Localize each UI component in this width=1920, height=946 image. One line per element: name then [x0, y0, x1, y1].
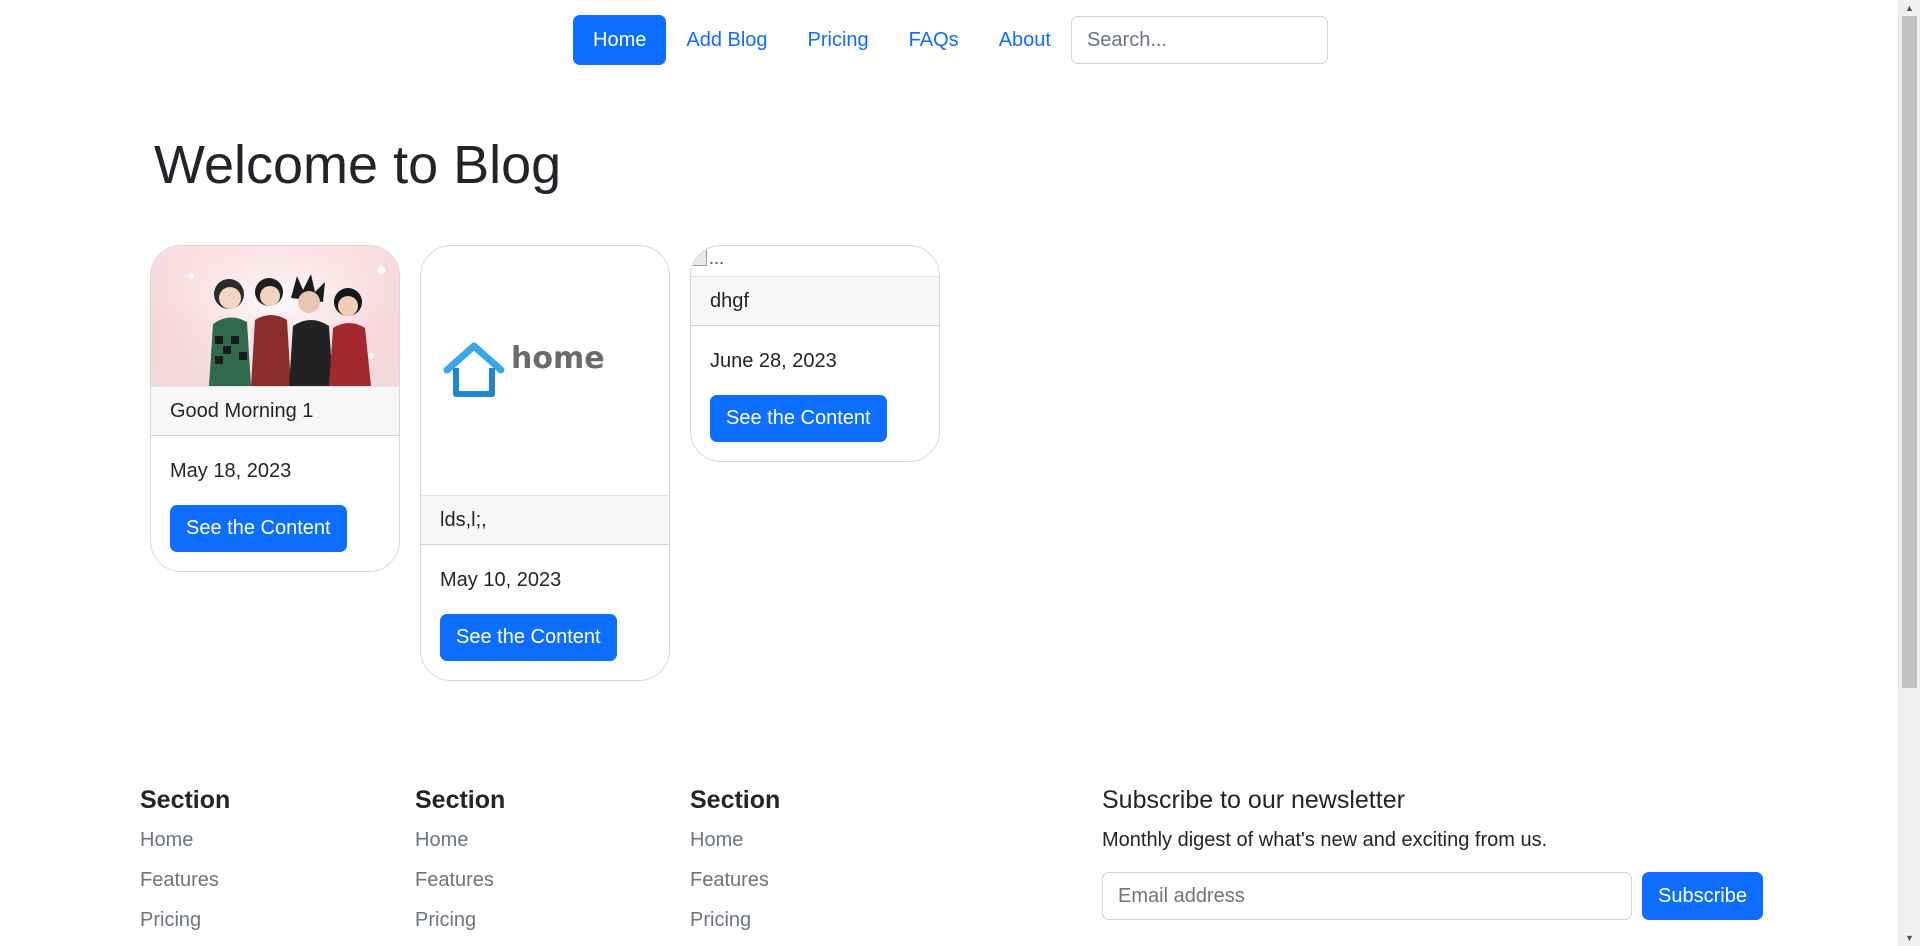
- subscribe-button[interactable]: Subscribe: [1642, 872, 1763, 920]
- see-content-button[interactable]: See the Content: [440, 614, 617, 661]
- anime-group-illustration-icon: [151, 246, 399, 386]
- browser-viewport: Home Add Blog Pricing FAQs About Welcome…: [0, 0, 1920, 946]
- scrollbar-thumb[interactable]: [1902, 16, 1917, 688]
- card-date: May 10, 2023: [440, 569, 562, 591]
- card-image: home: [421, 246, 669, 495]
- vertical-scrollbar[interactable]: ▲ ▼: [1898, 0, 1920, 946]
- scroll-down-icon[interactable]: ▼: [1899, 930, 1920, 946]
- footer-link-features[interactable]: Features: [140, 860, 230, 900]
- email-input[interactable]: [1102, 872, 1632, 920]
- footer-heading: Section: [415, 786, 506, 814]
- image-alt-text: ...: [709, 248, 725, 268]
- broken-image-glyph: [691, 248, 707, 266]
- page-title: Welcome to Blog: [154, 135, 562, 195]
- footer-link-home[interactable]: Home: [690, 820, 780, 860]
- newsletter-heading: Subscribe to our newsletter: [1102, 786, 1405, 814]
- footer-link-pricing[interactable]: Pricing: [415, 900, 505, 940]
- nav-pricing[interactable]: Pricing: [788, 15, 889, 65]
- card-date: May 18, 2023: [170, 460, 292, 482]
- newsletter-description: Monthly digest of what's new and excitin…: [1102, 829, 1548, 851]
- footer-link-home[interactable]: Home: [140, 820, 230, 860]
- nav-home[interactable]: Home: [573, 15, 667, 65]
- footer-link-pricing[interactable]: Pricing: [140, 900, 230, 940]
- footer-link-features[interactable]: Features: [415, 860, 505, 900]
- broken-image-icon: ...: [691, 246, 939, 276]
- see-content-button[interactable]: See the Content: [710, 395, 887, 442]
- card-title: Good Morning 1: [151, 386, 399, 436]
- footer-heading: Section: [140, 786, 231, 814]
- footer-column: Section Home Features Pricing: [690, 780, 780, 940]
- footer-column: Section Home Features Pricing: [140, 780, 230, 940]
- card-image: [151, 246, 399, 386]
- footer: Section Home Features Pricing Section Ho…: [0, 780, 1920, 946]
- footer-link-pricing[interactable]: Pricing: [690, 900, 780, 940]
- card-title: lds,l;,: [421, 495, 669, 545]
- see-content-button[interactable]: See the Content: [170, 505, 347, 552]
- nav-about[interactable]: About: [979, 15, 1071, 65]
- blog-card: home lds,l;, May 10, 2023 See the Conten…: [420, 245, 670, 681]
- card-date: June 28, 2023: [710, 350, 837, 372]
- card-body: June 28, 2023 See the Content: [691, 326, 939, 461]
- card-body: May 10, 2023 See the Content: [421, 545, 669, 680]
- footer-column: Section Home Features Pricing: [415, 780, 505, 940]
- home-icon: [443, 342, 505, 397]
- nav-faqs[interactable]: FAQs: [889, 15, 979, 65]
- home-logo-text: home: [511, 341, 605, 376]
- footer-link-features[interactable]: Features: [690, 860, 780, 900]
- blog-card: Good Morning 1 May 18, 2023 See the Cont…: [150, 245, 400, 572]
- top-nav: Home Add Blog Pricing FAQs About: [573, 15, 1328, 65]
- newsletter-form: Subscribe: [1102, 872, 1763, 920]
- newsletter-section: Subscribe to our newsletter Monthly dige…: [1102, 780, 1763, 920]
- nav-add-blog[interactable]: Add Blog: [666, 15, 787, 65]
- search-input[interactable]: [1070, 16, 1328, 64]
- blog-card: ... dhgf June 28, 2023 See the Content: [690, 245, 940, 462]
- footer-heading: Section: [690, 786, 781, 814]
- card-title: dhgf: [691, 276, 939, 326]
- footer-link-home[interactable]: Home: [415, 820, 505, 860]
- scroll-up-icon[interactable]: ▲: [1899, 0, 1920, 16]
- card-body: May 18, 2023 See the Content: [151, 436, 399, 571]
